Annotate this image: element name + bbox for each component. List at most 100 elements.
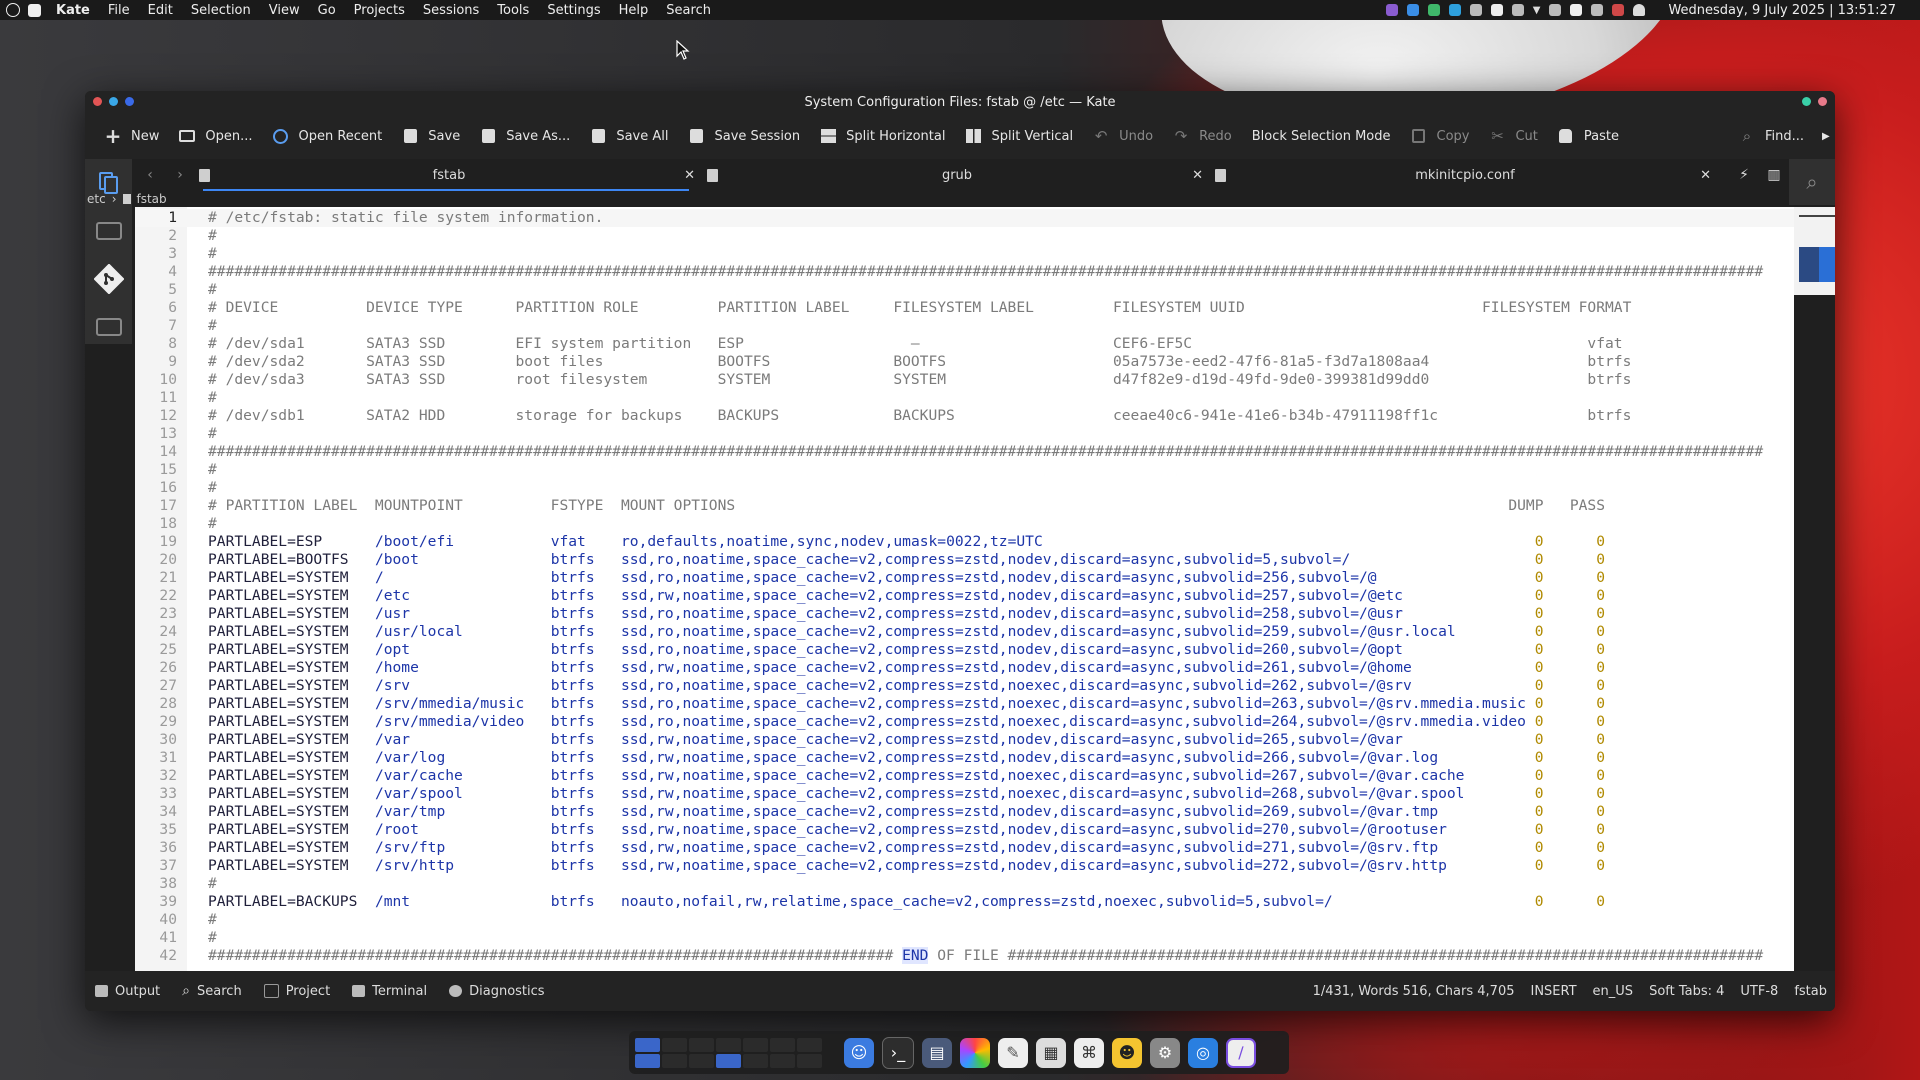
code-line[interactable]: 6 # DEVICE DEVICE TYPE PARTITION ROLE PAR… (135, 299, 1794, 317)
code-line[interactable]: 37 PARTLABEL=SYSTEM /srv/http btrfs ssd,r… (135, 857, 1794, 875)
toolbar-overflow-button[interactable]: ▶ (1816, 113, 1835, 159)
file-browser-icon[interactable] (85, 207, 132, 255)
code-editor[interactable]: 1 # /etc/fstab: static file system inform… (135, 207, 1794, 971)
workspace-switcher[interactable] (635, 1037, 822, 1068)
code-line[interactable]: 40 # (135, 911, 1794, 929)
code-line[interactable]: 29 PARTLABEL=SYSTEM /srv/mmedia/video btr… (135, 713, 1794, 731)
split-horizontal-button[interactable]: Split Horizontal (812, 113, 957, 159)
find-button[interactable]: ⌕ Find... (1731, 113, 1816, 159)
tab-next-icon[interactable]: › (177, 167, 183, 183)
keep-above-button[interactable] (1802, 97, 1811, 106)
tray-chevron-down-icon[interactable]: ▼ (1533, 5, 1541, 16)
tray-red-app-icon[interactable] (1612, 4, 1625, 16)
minimize-window-button[interactable] (109, 97, 118, 106)
save-button[interactable]: Save (394, 113, 472, 159)
projects-panel-icon[interactable] (85, 303, 132, 351)
code-line[interactable]: 1 # /etc/fstab: static file system inform… (135, 209, 1794, 227)
code-line[interactable]: 38 # (135, 875, 1794, 893)
close-tab-icon[interactable]: ✕ (1700, 168, 1711, 183)
dictionary-language[interactable]: en_US (1593, 984, 1634, 999)
menu-file[interactable]: File (99, 3, 139, 18)
code-line[interactable]: 2 # (135, 227, 1794, 245)
code-line[interactable]: 3 # (135, 245, 1794, 263)
code-line[interactable]: 16 # (135, 479, 1794, 497)
code-line[interactable]: 36 PARTLABEL=SYSTEM /srv/ftp btrfs ssd,rw… (135, 839, 1794, 857)
indentation-setting[interactable]: Soft Tabs: 4 (1649, 984, 1724, 999)
cursor-position[interactable]: 1/431, Words 516, Chars 4,705 (1313, 984, 1515, 999)
workspace[interactable] (743, 1053, 768, 1068)
workspace[interactable] (635, 1053, 660, 1068)
code-line[interactable]: 21 PARTLABEL=SYSTEM / btrfs ssd,ro,noatim… (135, 569, 1794, 587)
code-line[interactable]: 17 # PARTITION LABEL MOUNTPOINT FSTYPE MO… (135, 497, 1794, 515)
open-button[interactable]: Open... (171, 113, 264, 159)
code-line[interactable]: 23 PARTLABEL=SYSTEM /usr btrfs ssd,ro,noa… (135, 605, 1794, 623)
minimap[interactable] (1794, 207, 1835, 295)
tray-phone-icon[interactable] (1490, 4, 1503, 16)
close-tab-icon[interactable]: ✕ (684, 168, 695, 183)
code-line[interactable]: 32 PARTLABEL=SYSTEM /var/cache btrfs ssd,… (135, 767, 1794, 785)
split-view-icon[interactable]: ▥ (1759, 167, 1789, 183)
menu-edit[interactable]: Edit (139, 3, 182, 18)
right-search-icon[interactable]: ⌕ (1789, 159, 1835, 205)
emoji-app-icon[interactable]: ☻ (1112, 1037, 1142, 1068)
finder-icon[interactable]: ☺ (844, 1037, 874, 1068)
workspace[interactable] (662, 1053, 687, 1068)
code-line[interactable]: 24 PARTLABEL=SYSTEM /usr/local btrfs ssd,… (135, 623, 1794, 641)
quick-open-icon[interactable]: ⚡ (1729, 167, 1759, 183)
code-line[interactable]: 41 # (135, 929, 1794, 947)
tray-kate-icon[interactable] (1570, 4, 1583, 16)
code-line[interactable]: 20 PARTLABEL=BOOTFS /boot btrfs ssd,ro,no… (135, 551, 1794, 569)
tray-app-icon[interactable] (1385, 4, 1398, 16)
workspace[interactable] (770, 1053, 795, 1068)
tray-screen-icon[interactable] (1469, 4, 1482, 16)
code-line[interactable]: 26 PARTLABEL=SYSTEM /home btrfs ssd,rw,no… (135, 659, 1794, 677)
clock[interactable]: Wednesday, 9 July 2025 | 13:51:27 (1668, 3, 1896, 18)
app-name[interactable]: Kate (47, 3, 99, 18)
code-line[interactable]: 31 PARTLABEL=SYSTEM /var/log btrfs ssd,rw… (135, 749, 1794, 767)
code-line[interactable]: 22 PARTLABEL=SYSTEM /etc btrfs ssd,rw,noa… (135, 587, 1794, 605)
photos-icon[interactable] (960, 1037, 990, 1068)
menu-projects[interactable]: Projects (345, 3, 414, 18)
menu-help[interactable]: Help (610, 3, 658, 18)
paste-button[interactable]: Paste (1550, 113, 1631, 159)
workspace[interactable] (716, 1053, 741, 1068)
menu-go[interactable]: Go (309, 3, 345, 18)
copy-button[interactable]: Copy (1403, 113, 1482, 159)
code-line[interactable]: 42 ######################################… (135, 947, 1794, 965)
tab-grub[interactable]: grub ✕ (703, 159, 1211, 191)
system-menu-icon[interactable] (6, 3, 20, 17)
keyboard-icon[interactable]: ⌘ (1074, 1037, 1104, 1068)
code-line[interactable]: 18 # (135, 515, 1794, 533)
code-line[interactable]: 4 #######################################… (135, 263, 1794, 281)
tray-window-icon[interactable] (1406, 4, 1419, 16)
code-line[interactable]: 14 ######################################… (135, 443, 1794, 461)
menu-selection[interactable]: Selection (182, 3, 260, 18)
tray-bell-icon[interactable] (1633, 4, 1646, 16)
code-line[interactable]: 33 PARTLABEL=SYSTEM /var/spool btrfs ssd,… (135, 785, 1794, 803)
disk-utility-icon[interactable]: ▤ (922, 1037, 952, 1068)
new-button[interactable]: + New (97, 113, 171, 159)
git-icon[interactable] (85, 255, 132, 303)
menu-search[interactable]: Search (657, 3, 720, 18)
undo-button[interactable]: ↶ Undo (1085, 113, 1165, 159)
breadcrumb-file[interactable]: fstab (137, 192, 167, 206)
notes-icon[interactable]: ✎ (998, 1037, 1028, 1068)
code-line[interactable]: 7 # (135, 317, 1794, 335)
code-line[interactable]: 5 # (135, 281, 1794, 299)
code-line[interactable]: 12 # /dev/sdb1 SATA2 HDD storage for back… (135, 407, 1794, 425)
diagnostics-panel-button[interactable]: Diagnostics (449, 984, 545, 999)
code-line[interactable]: 19 PARTLABEL=ESP /boot/efi vfat ro,defaul… (135, 533, 1794, 551)
tray-clipboard-icon[interactable] (1591, 4, 1604, 16)
workspace[interactable] (689, 1037, 714, 1052)
tray-android-icon[interactable] (1427, 4, 1440, 16)
workspace[interactable] (797, 1037, 822, 1052)
calculator-icon[interactable]: ▦ (1036, 1037, 1066, 1068)
save-all-button[interactable]: Save All (582, 113, 680, 159)
cut-button[interactable]: ✂ Cut (1481, 113, 1549, 159)
code-line[interactable]: 13 # (135, 425, 1794, 443)
code-line[interactable]: 34 PARTLABEL=SYSTEM /var/tmp btrfs ssd,rw… (135, 803, 1794, 821)
save-session-button[interactable]: Save Session (680, 113, 812, 159)
project-panel-button[interactable]: Project (263, 984, 330, 999)
code-line[interactable]: 10 # /dev/sda3 SATA3 SSD root filesystem … (135, 371, 1794, 389)
open-recent-button[interactable]: Open Recent (264, 113, 394, 159)
